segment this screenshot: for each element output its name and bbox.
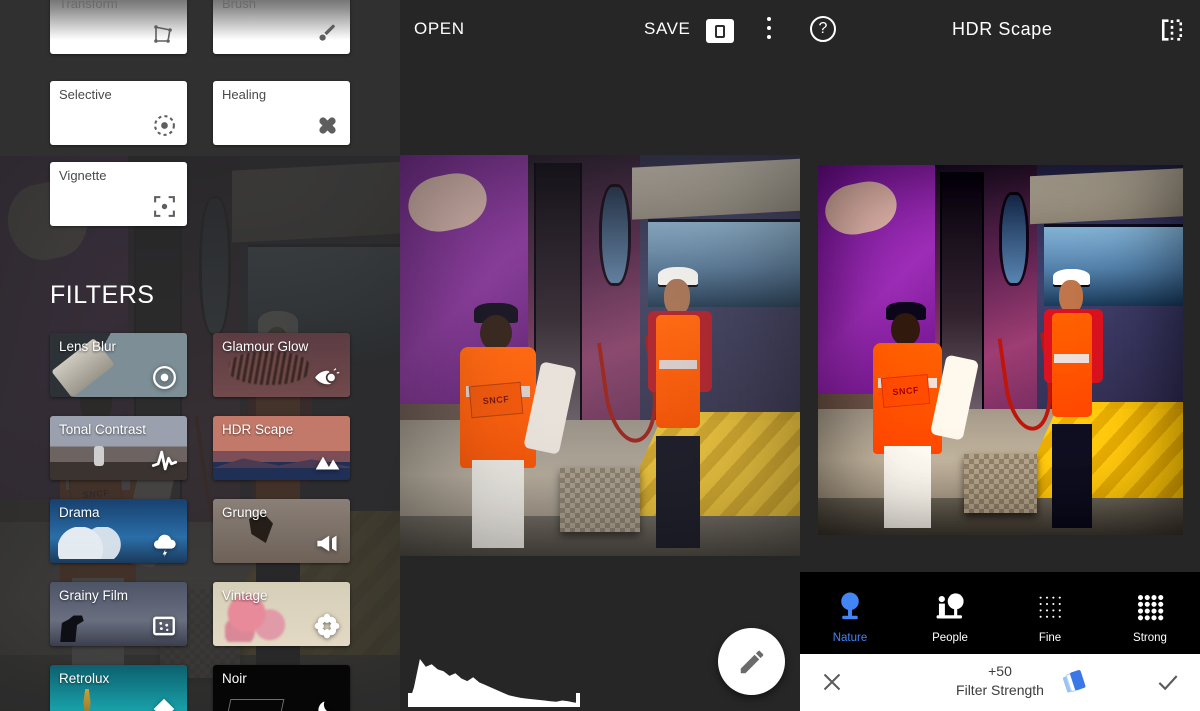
tools-sidebar: SNCF Transform [0,0,400,711]
tool-label-selective: Selective [59,87,112,102]
filter-label-lens-blur: Lens Blur [59,339,117,354]
filter-label-noir: Noir [222,671,247,686]
filter-card-grunge[interactable]: Grunge [213,499,350,563]
tool-card-transform[interactable]: Transform [50,0,187,54]
histogram [408,655,580,707]
tools-scroll-area[interactable]: Transform Brush Selective Healing Vignet… [0,0,400,711]
preset-label-strong: Strong [1133,631,1167,644]
check-icon [1158,675,1178,691]
tool-label-vignette: Vignette [59,168,107,183]
page-title: HDR Scape [952,19,1053,39]
close-icon [823,673,841,691]
filter-card-glamour-glow[interactable]: Glamour Glow [213,333,350,397]
histogram-tick-right [576,693,580,707]
tool-card-selective[interactable]: Selective [50,81,187,145]
filter-label-glamour-glow: Glamour Glow [222,339,309,354]
preset-tabs: Nature People Fine Strong [800,572,1200,654]
filter-label-hdr-scape: HDR Scape [222,422,294,437]
tool-card-brush[interactable]: Brush [213,0,350,54]
diamond-icon [150,695,178,711]
edit-button[interactable] [718,628,785,695]
presets-button[interactable] [1060,668,1090,696]
person-tree-icon [930,587,970,627]
filter-row-3: Drama Grunge [50,499,350,563]
storm-cloud-icon [150,529,178,557]
healing-icon [314,112,340,138]
tool-card-vignette[interactable]: Vignette [50,162,187,226]
film-grain-icon [150,612,178,640]
mountains-icon [313,446,341,474]
filter-card-noir[interactable]: Noir [213,665,350,711]
brush-icon [314,21,340,47]
filter-card-tonal-contrast[interactable]: Tonal Contrast [50,416,187,480]
preset-tab-fine[interactable]: Fine [1000,572,1100,654]
more-options-icon[interactable] [764,17,774,43]
waveform-icon [150,446,178,474]
top-app-bar: OPEN SAVE ? HDR Scape [400,0,1200,58]
transform-icon [151,21,177,47]
accept-button[interactable] [1150,664,1186,700]
filter-label-retrolux: Retrolux [59,671,110,686]
filter-label-tonal-contrast: Tonal Contrast [59,422,147,437]
megaphone-icon [313,529,341,557]
filters-heading: FILTERS [50,281,155,309]
presets-icon [1062,670,1086,693]
eye-icon [313,363,341,391]
moon-icon [313,695,341,711]
cancel-button[interactable] [814,664,850,700]
preset-label-nature: Nature [832,631,868,644]
right-panel: SNCF Nature People Fine Strong +50 Filte… [800,0,1200,711]
filter-card-grainy-film[interactable]: Grainy Film [50,582,187,646]
app-root: SNCF Transform [0,0,1200,711]
preset-label-fine: Fine [1038,631,1062,644]
fine-dots-icon [1030,587,1070,627]
filter-card-retrolux[interactable]: Retrolux [50,665,187,711]
filter-row-1: Lens Blur Glamour Glow [50,333,350,397]
save-button[interactable]: SAVE [644,19,691,39]
adjust-bottom-bar: +50 Filter Strength [800,654,1200,711]
tool-card-healing[interactable]: Healing [213,81,350,145]
tool-row-2: Selective Healing [50,81,350,145]
filter-card-hdr-scape[interactable]: HDR Scape [213,416,350,480]
preset-tab-nature[interactable]: Nature [800,572,900,654]
histogram-tick-left [408,693,412,707]
tree-icon [830,587,870,627]
filter-card-lens-blur[interactable]: Lens Blur [50,333,187,397]
preset-tab-people[interactable]: People [900,572,1000,654]
preset-label-people: People [932,631,968,644]
pencil-icon [740,650,763,673]
filter-card-drama[interactable]: Drama [50,499,187,563]
open-button[interactable]: OPEN [414,19,465,39]
tool-row-3: Vignette [50,162,187,226]
filter-row-2: Tonal Contrast HDR Scape [50,416,350,480]
center-panel: SNCF [400,0,800,711]
preset-tab-strong[interactable]: Strong [1100,572,1200,654]
filter-label-grainy-film: Grainy Film [59,588,129,603]
tool-label-healing: Healing [222,87,267,102]
editing-preview-image[interactable]: SNCF [400,155,800,556]
tool-label-brush: Brush [222,0,256,11]
filter-label-drama: Drama [59,505,100,520]
tool-row-1: Transform Brush [50,0,350,54]
stacks-icon[interactable] [706,19,734,43]
filter-label-vintage: Vintage [222,588,268,603]
filter-row-4: Grainy Film Vintage [50,582,350,646]
filter-row-5: Retrolux Noir [50,665,350,711]
compare-icon[interactable] [1158,16,1186,44]
tool-label-transform: Transform [59,0,118,11]
filtered-preview-image[interactable]: SNCF [818,165,1183,535]
vignette-icon [151,193,177,219]
flower-icon [313,612,341,640]
selective-icon [151,112,177,138]
help-icon[interactable]: ? [810,16,836,42]
filter-card-vintage[interactable]: Vintage [213,582,350,646]
filter-label-grunge: Grunge [222,505,268,520]
lens-blur-icon [150,363,178,391]
strong-dots-icon [1130,587,1170,627]
